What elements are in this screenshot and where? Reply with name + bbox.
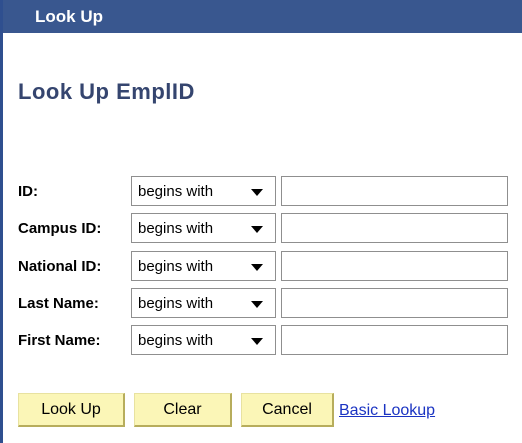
field-label-id: ID: (18, 183, 38, 200)
field-label-campus-id: Campus ID: (18, 220, 102, 237)
operator-select-last-name[interactable]: begins with (131, 288, 276, 318)
field-label-last-name: Last Name: (18, 295, 99, 312)
operator-value-id: begins with (138, 183, 214, 200)
operator-select-first-name[interactable]: begins with (131, 325, 276, 355)
clear-button[interactable]: Clear (134, 393, 232, 427)
input-first-name[interactable] (281, 325, 508, 355)
input-campus-id[interactable] (281, 213, 508, 243)
chevron-down-icon (251, 338, 263, 345)
chevron-down-icon (251, 189, 263, 196)
operator-value-last-name: begins with (138, 295, 214, 312)
operator-select-campus-id[interactable]: begins with (131, 213, 276, 243)
lookup-button[interactable]: Look Up (18, 393, 125, 427)
input-national-id[interactable] (281, 251, 508, 281)
field-row-national-id: National ID: begins with (18, 251, 518, 281)
chevron-down-icon (251, 264, 263, 271)
operator-select-national-id[interactable]: begins with (131, 251, 276, 281)
field-row-first-name: First Name: begins with (18, 325, 518, 355)
chevron-down-icon (251, 301, 263, 308)
operator-value-national-id: begins with (138, 258, 214, 275)
cancel-button[interactable]: Cancel (241, 393, 334, 427)
chevron-down-icon (251, 226, 263, 233)
operator-select-id[interactable]: begins with (131, 176, 276, 206)
input-id[interactable] (281, 176, 508, 206)
window-title: Look Up (3, 0, 522, 33)
field-row-id: ID: begins with (18, 176, 518, 206)
field-row-campus-id: Campus ID: begins with (18, 213, 518, 243)
operator-value-campus-id: begins with (138, 220, 214, 237)
field-label-national-id: National ID: (18, 258, 102, 275)
basic-lookup-link[interactable]: Basic Lookup (339, 402, 435, 420)
field-row-last-name: Last Name: begins with (18, 288, 518, 318)
page-title: Look Up EmplID (18, 79, 195, 104)
lookup-window: Look Up Look Up EmplID ID: begins with C… (0, 0, 522, 443)
input-last-name[interactable] (281, 288, 508, 318)
field-label-first-name: First Name: (18, 332, 101, 349)
operator-value-first-name: begins with (138, 332, 214, 349)
